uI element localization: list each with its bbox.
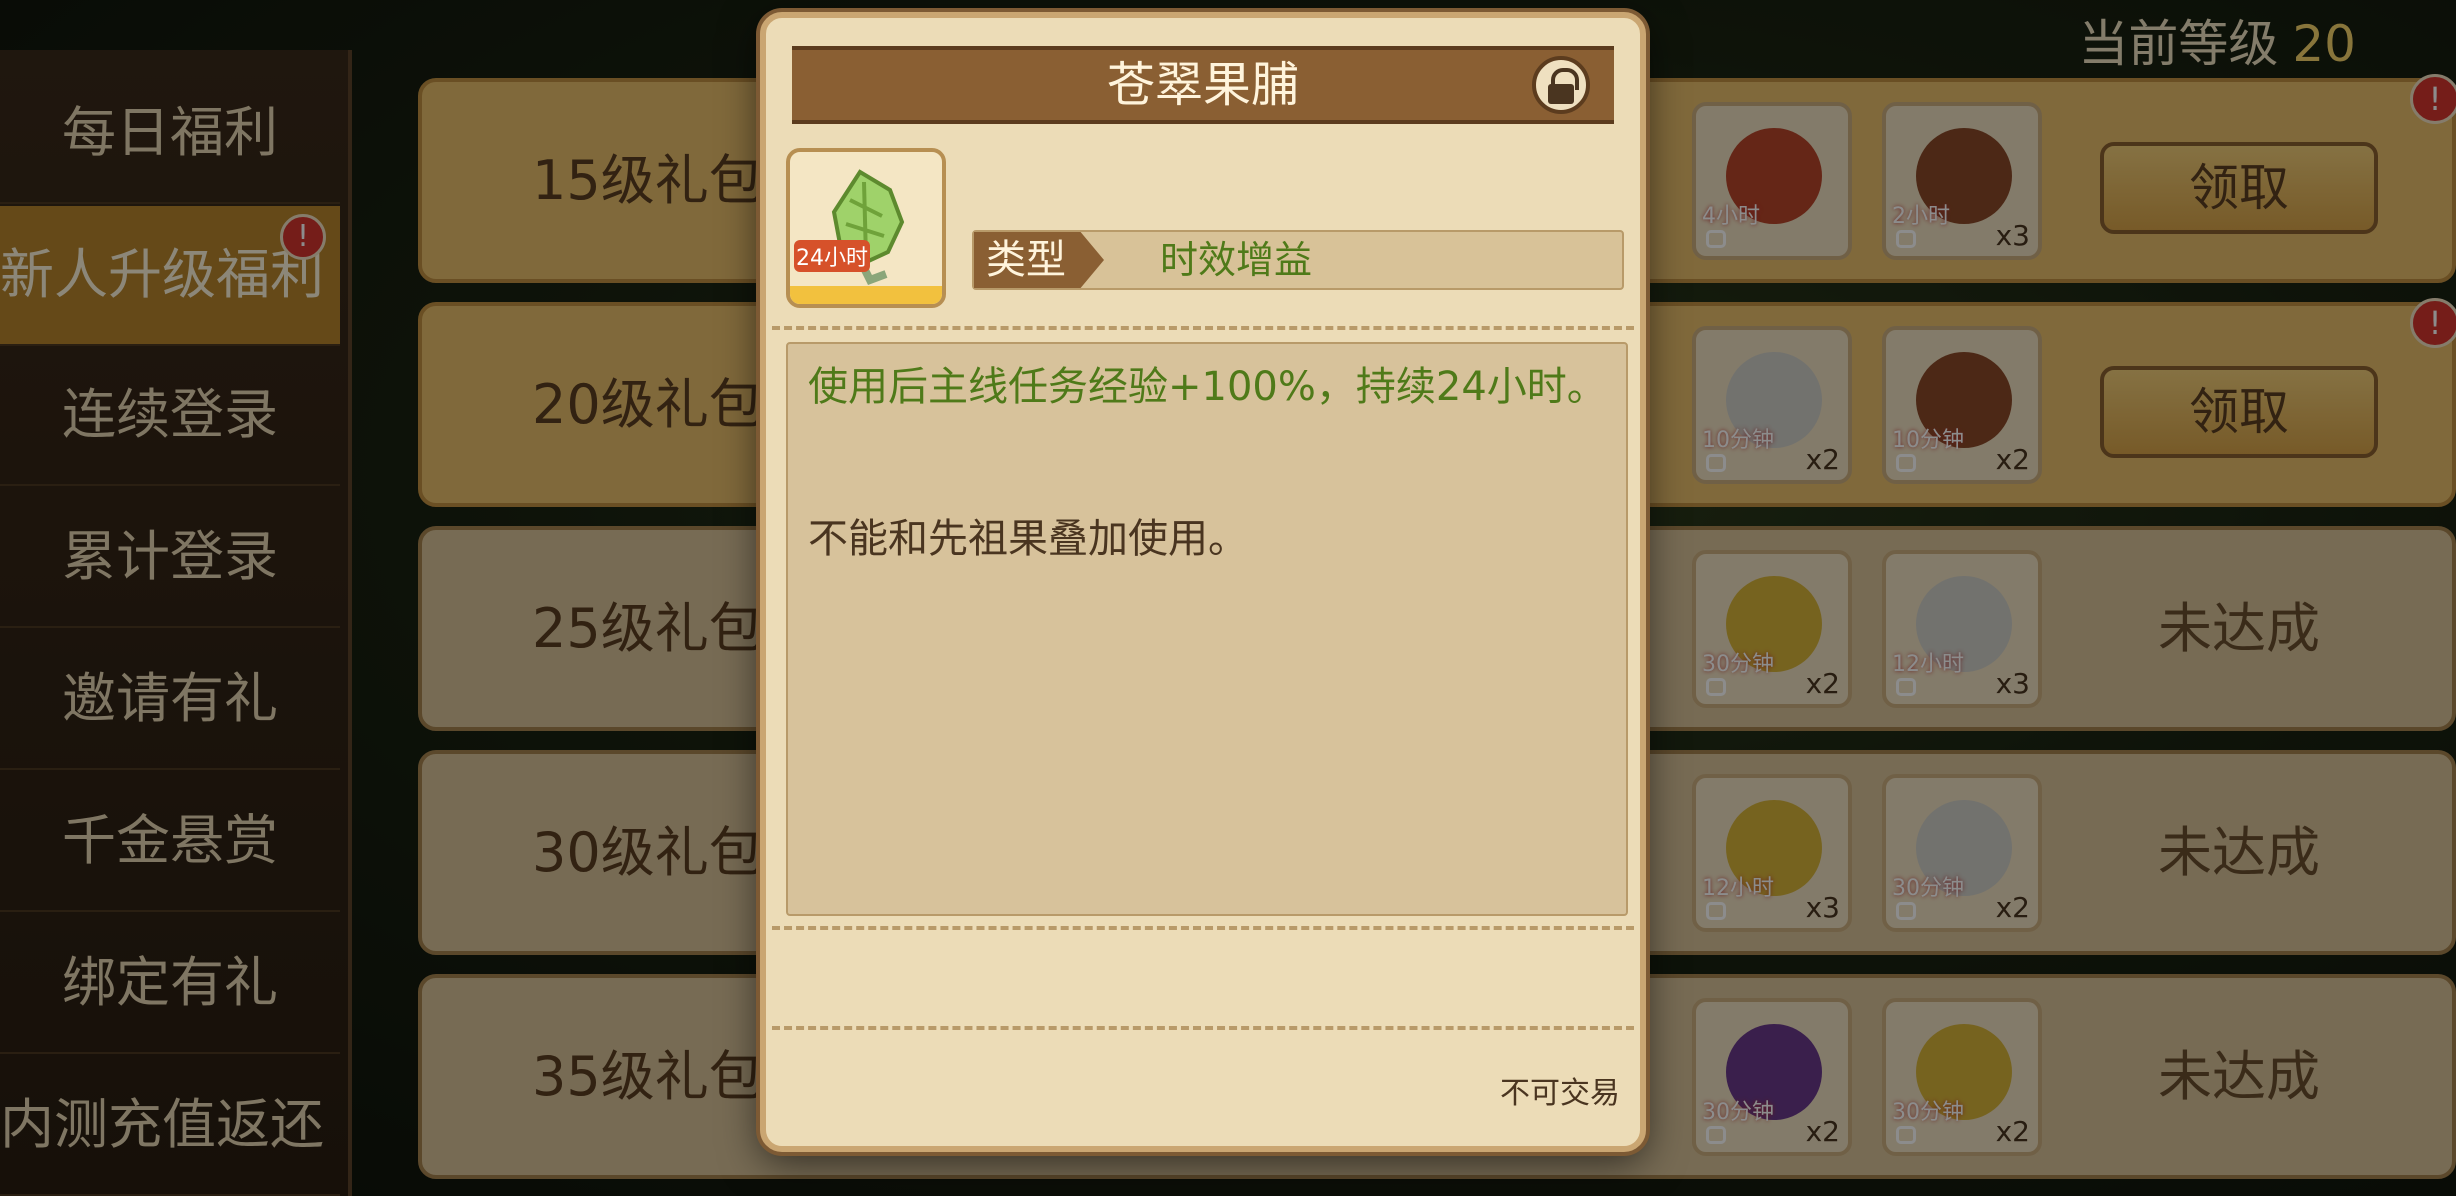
item-name: 苍翠果脯 bbox=[1106, 57, 1299, 113]
dried-fruit-icon bbox=[831, 169, 905, 286]
divider bbox=[772, 1026, 1634, 1030]
effect-text: 使用后主线任务经验+100%，持续24小时。 bbox=[808, 364, 1607, 410]
item-description: 使用后主线任务经验+100%，持续24小时。 不能和先祖果叠加使用。 bbox=[786, 342, 1628, 916]
popup-header: 苍翠果脯 bbox=[792, 46, 1614, 124]
restriction-text: 不能和先祖果叠加使用。 bbox=[808, 516, 1248, 562]
rarity-strip bbox=[790, 286, 942, 304]
item-icon-frame: 24小时 bbox=[786, 148, 946, 308]
item-detail-popup: 苍翠果脯 24小时 类型 时效增益 使用后主线任务经验+100%，持续24小时。… bbox=[760, 12, 1646, 1152]
item-type-row: 类型 时效增益 bbox=[972, 230, 1624, 290]
type-value: 时效增益 bbox=[1160, 238, 1313, 282]
type-label: 类型 bbox=[974, 232, 1104, 288]
divider bbox=[772, 326, 1634, 330]
item-duration: 24小时 bbox=[794, 240, 870, 272]
trade-note: 不可交易 bbox=[1500, 1076, 1620, 1111]
lock-button[interactable] bbox=[1532, 56, 1590, 114]
divider bbox=[772, 926, 1634, 930]
